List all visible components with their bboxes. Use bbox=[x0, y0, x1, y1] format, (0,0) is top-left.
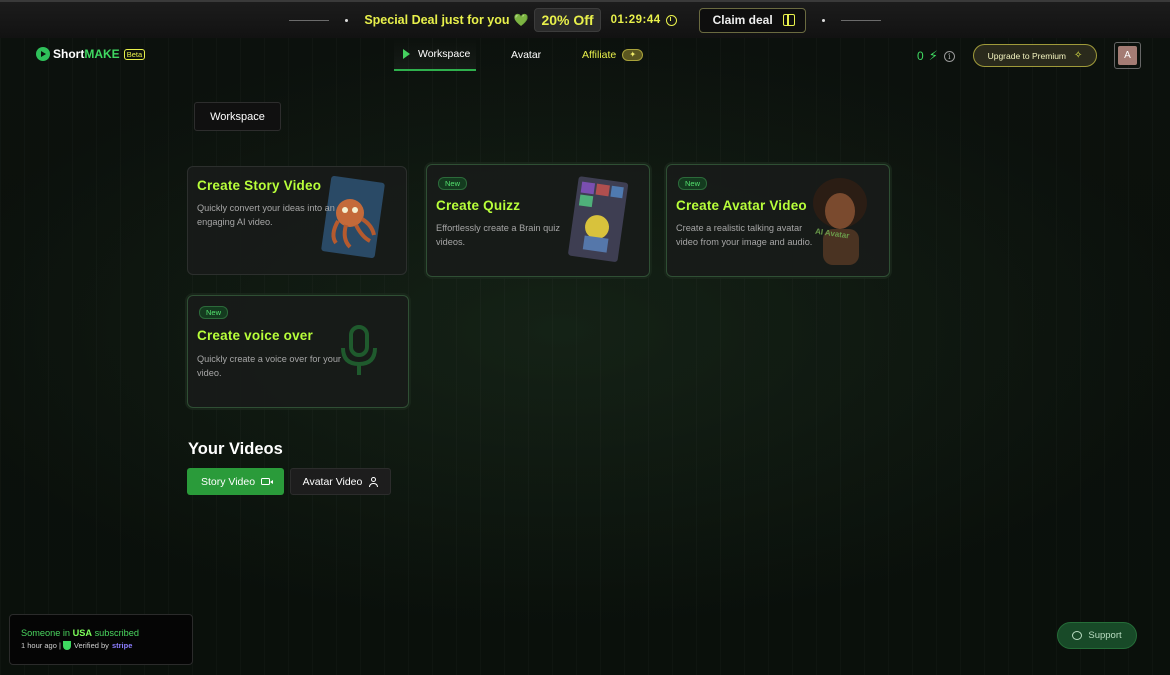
new-badge: New bbox=[678, 177, 708, 190]
card-title: Create Avatar Video bbox=[676, 198, 807, 213]
logo[interactable]: Short MAKE Beta bbox=[36, 47, 146, 61]
toast-prefix: Someone in bbox=[21, 628, 71, 638]
stopwatch-icon bbox=[665, 14, 677, 26]
avatar-video-tab-label: Avatar Video bbox=[302, 475, 363, 488]
new-badge: New bbox=[438, 177, 468, 190]
promo-deal-text: Special Deal just for you bbox=[364, 13, 510, 27]
toast-suffix: subscribed bbox=[94, 628, 140, 638]
create-voice-over-card[interactable]: New Create voice over Quickly create a v… bbox=[187, 295, 409, 408]
tab-workspace-label: Workspace bbox=[418, 47, 471, 60]
shield-check-icon bbox=[62, 641, 71, 650]
logo-text-make: MAKE bbox=[84, 47, 120, 61]
story-video-tab[interactable]: Story Video bbox=[187, 468, 284, 495]
your-videos-heading: Your Videos bbox=[188, 440, 283, 458]
claim-deal-button[interactable]: Claim deal bbox=[698, 7, 806, 33]
video-camera-icon bbox=[261, 478, 274, 485]
tab-affiliate[interactable]: Affiliate ✦ bbox=[582, 38, 644, 71]
toast-meta: 1 hour ago | Verified by stripe bbox=[21, 641, 192, 650]
tab-avatar-label: Avatar bbox=[511, 48, 542, 61]
promo-timer: 01:29:44 bbox=[610, 14, 661, 26]
stripe-logo: stripe bbox=[111, 641, 133, 650]
avatar-initial: A bbox=[1118, 46, 1137, 65]
support-button[interactable]: Support bbox=[1057, 622, 1137, 649]
tab-affiliate-label: Affiliate bbox=[582, 48, 617, 61]
create-story-video-card[interactable]: Create Story Video Quickly convert your … bbox=[187, 166, 407, 275]
toast-message: Someone in USA subscribed bbox=[21, 628, 192, 638]
credits-indicator: 0 ⚡ i bbox=[917, 48, 955, 64]
support-label: Support bbox=[1088, 630, 1122, 641]
new-badge: New bbox=[199, 306, 229, 319]
toast-country: USA bbox=[72, 628, 93, 638]
card-description: Quickly convert your ideas into an engag… bbox=[197, 203, 335, 227]
logo-text-short: Short bbox=[53, 47, 85, 61]
story-video-tab-label: Story Video bbox=[200, 475, 256, 488]
upgrade-label: Upgrade to Premium bbox=[987, 50, 1067, 61]
user-icon bbox=[369, 476, 379, 487]
card-title: Create voice over bbox=[197, 328, 313, 343]
tab-avatar[interactable]: Avatar bbox=[511, 38, 541, 71]
chat-bubble-icon bbox=[1072, 631, 1083, 640]
upgrade-premium-button[interactable]: Upgrade to Premium ✧ bbox=[973, 44, 1097, 67]
user-avatar[interactable]: A bbox=[1114, 42, 1141, 69]
toast-time: 1 hour ago | bbox=[21, 641, 61, 650]
claim-deal-label: Claim deal bbox=[712, 13, 773, 27]
card-description: Effortlessly create a Brain quiz videos. bbox=[436, 223, 560, 247]
play-logo-icon bbox=[36, 47, 50, 61]
heart-icon: 💚 bbox=[513, 13, 529, 27]
subscription-toast: Someone in USA subscribed 1 hour ago | V… bbox=[9, 614, 193, 665]
create-quizz-card[interactable]: New Create Quizz Effortlessly create a B… bbox=[426, 164, 650, 277]
sparkles-icon: ✧ bbox=[1074, 50, 1083, 61]
tab-workspace[interactable]: Workspace bbox=[394, 38, 476, 71]
info-icon[interactable]: i bbox=[943, 50, 955, 62]
create-avatar-video-card[interactable]: AI Avatar New Create Avatar Video Create… bbox=[666, 164, 890, 277]
promo-bar: Special Deal just for you 💚 20% Off 01:2… bbox=[0, 0, 1170, 38]
workspace-button[interactable]: Workspace bbox=[194, 102, 281, 131]
credits-count: 0 bbox=[917, 49, 924, 63]
card-title: Create Story Video bbox=[197, 178, 322, 193]
avatar-video-tab[interactable]: Avatar Video bbox=[290, 468, 391, 495]
microphone-icon bbox=[341, 325, 377, 375]
gift-icon bbox=[782, 14, 795, 26]
promo-discount-badge: 20% Off bbox=[534, 8, 601, 32]
sparkle-icon: ✦ bbox=[622, 48, 644, 61]
lightning-icon: ⚡ bbox=[928, 48, 938, 63]
card-description: Quickly create a voice over for your vid… bbox=[197, 354, 341, 378]
promo-dot bbox=[821, 18, 825, 22]
toast-verified: Verified by bbox=[73, 641, 109, 650]
play-icon bbox=[403, 48, 410, 59]
top-nav: Short MAKE Beta Workspace Avatar Affilia… bbox=[0, 38, 1170, 74]
promo-divider-right bbox=[840, 19, 881, 21]
card-title: Create Quizz bbox=[436, 198, 521, 213]
quiz-book-image bbox=[568, 176, 629, 262]
promo-dot bbox=[345, 18, 349, 22]
promo-divider-left bbox=[289, 19, 330, 21]
card-description: Create a realistic talking avatar video … bbox=[676, 223, 813, 247]
beta-badge: Beta bbox=[123, 48, 146, 60]
background-grid bbox=[0, 0, 1170, 675]
